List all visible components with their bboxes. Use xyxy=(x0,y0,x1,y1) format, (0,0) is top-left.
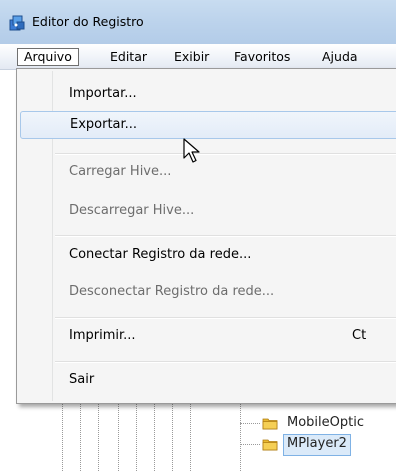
registry-editor-icon xyxy=(9,15,25,31)
menu-separator xyxy=(55,235,396,237)
menu-item-label: Importar... xyxy=(69,86,137,101)
menu-separator xyxy=(55,153,396,155)
menu-exibir[interactable]: Exibir xyxy=(168,48,215,66)
mouse-cursor-icon xyxy=(183,138,200,163)
menu-item-label: Sair xyxy=(69,372,95,387)
registry-editor-window: Editor do Registro Arquivo Editar Exibir… xyxy=(0,0,396,471)
tree-item-label: MPlayer2 xyxy=(283,434,351,456)
menu-editar[interactable]: Editar xyxy=(104,48,153,66)
menu-item-importar[interactable]: Importar... xyxy=(20,80,396,108)
menu-item-descarregar-hive[interactable]: Descarregar Hive... xyxy=(20,197,396,225)
menu-bar: Arquivo Editar Exibir Favoritos Ajuda xyxy=(0,44,396,70)
menu-item-shortcut: Ct xyxy=(352,328,367,343)
menu-separator xyxy=(55,361,396,363)
menu-item-label: Conectar Registro da rede... xyxy=(69,247,252,262)
folder-icon xyxy=(262,418,278,430)
menu-favoritos[interactable]: Favoritos xyxy=(228,48,296,66)
menu-item-label: Desconectar Registro da rede... xyxy=(69,284,275,299)
window-title: Editor do Registro xyxy=(32,14,144,29)
menu-ajuda[interactable]: Ajuda xyxy=(316,48,364,66)
menu-item-label: Carregar Hive... xyxy=(69,164,172,179)
menu-item-label: Exportar... xyxy=(70,117,138,132)
menu-item-desconectar-registro[interactable]: Desconectar Registro da rede... xyxy=(20,278,396,306)
file-menu-dropdown: Importar... Exportar... Carregar Hive...… xyxy=(16,68,396,404)
menu-separator xyxy=(55,317,396,319)
folder-icon xyxy=(262,439,278,451)
menu-item-carregar-hive[interactable]: Carregar Hive... xyxy=(20,158,396,186)
menu-item-sair[interactable]: Sair xyxy=(20,366,396,394)
menu-item-conectar-registro[interactable]: Conectar Registro da rede... xyxy=(20,241,396,269)
menu-item-label: Imprimir... xyxy=(69,328,136,343)
menu-item-imprimir[interactable]: Imprimir... Ct xyxy=(20,322,396,350)
tree-item-label: MobileOptic xyxy=(287,415,364,430)
title-bar[interactable]: Editor do Registro xyxy=(0,0,396,44)
menu-item-label: Descarregar Hive... xyxy=(69,203,195,218)
menu-arquivo[interactable]: Arquivo xyxy=(17,48,79,66)
menu-item-exportar[interactable]: Exportar... xyxy=(20,111,396,139)
